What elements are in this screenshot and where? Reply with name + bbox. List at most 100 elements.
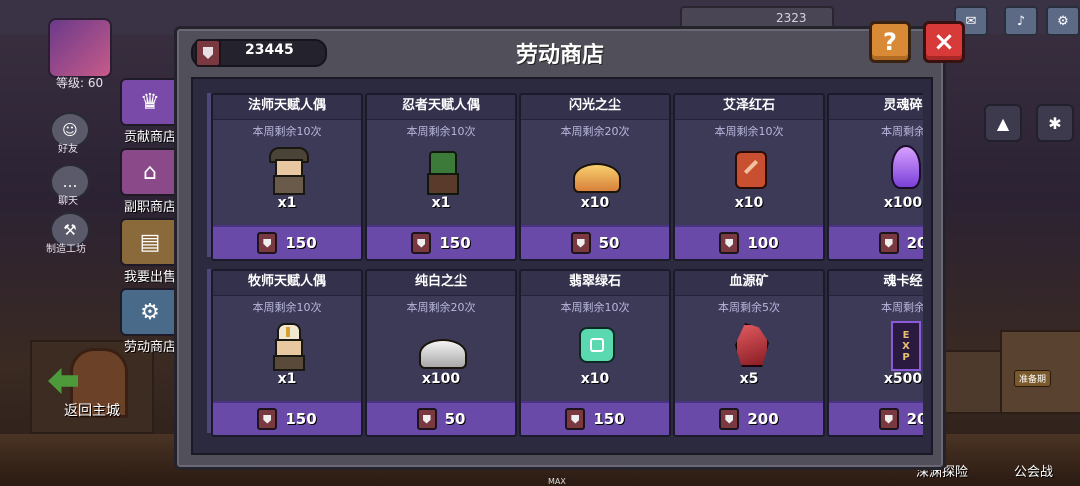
mage-doll-icon: [257, 145, 317, 195]
labor-token-icon: [878, 232, 899, 254]
item-quantity: x10: [734, 195, 764, 211]
labor-token-icon: [257, 232, 278, 254]
red-stone-icon: [719, 145, 779, 195]
help-button[interactable]: ?: [869, 21, 911, 63]
buy-button[interactable]: 100: [675, 225, 823, 259]
sidebar-item-contribution-shop[interactable]: ♛ 贡献商店: [118, 78, 182, 145]
sidebar-item-label: 我要出售: [123, 270, 176, 285]
buy-button[interactable]: 50: [367, 401, 515, 435]
buy-button[interactable]: 150: [213, 225, 361, 259]
item-price: 200: [747, 410, 779, 428]
item-price: 150: [285, 234, 317, 252]
back-to-city-button[interactable]: 返回主城: [64, 400, 120, 420]
guild-war-button[interactable]: 公会战: [1014, 461, 1053, 480]
soul-shard-icon: [873, 145, 923, 195]
labor-token-icon: [565, 408, 586, 430]
item-price: 50: [598, 234, 620, 252]
item-name: 血源矿: [675, 271, 823, 296]
max-label: MAX: [548, 477, 566, 486]
item-quantity: x10: [580, 371, 610, 387]
item-quantity: x5: [739, 371, 759, 387]
exp-card-icon: EXP: [873, 321, 923, 371]
player-level: 等级: 60: [56, 76, 104, 90]
item-name: 翡翠绿石: [521, 271, 669, 296]
buy-button[interactable]: 20: [829, 401, 923, 435]
shop-item-list[interactable]: 法师天赋人偶 本周剩余10次 x1 150 忍者天赋人偶 本周剩余10次 x1: [191, 77, 933, 455]
item-limit: 本周剩余: [881, 301, 923, 314]
priest-doll-icon: [257, 321, 317, 371]
buy-button[interactable]: 150: [367, 225, 515, 259]
buy-button[interactable]: 200: [675, 401, 823, 435]
item-quantity: x1: [431, 195, 451, 211]
labor-shop-modal: 23445 劳动商店 ? × 法师天赋人偶 本周剩余10次 x1 150 忍者天…: [174, 21, 965, 470]
shop-item-card[interactable]: 闪光之尘 本周剩余20次 x10 50: [519, 93, 671, 261]
sell-icon: ▤: [120, 218, 180, 266]
side-job-shop-icon: ⌂: [120, 148, 180, 196]
blood-ore-icon: [719, 321, 779, 371]
item-quantity: x10: [580, 195, 610, 211]
labor-token-icon: [411, 232, 432, 254]
item-price: 50: [444, 410, 466, 428]
sidebar-item-label: 贡献商店: [123, 130, 176, 145]
vehicle-icon[interactable]: ▲: [984, 104, 1022, 142]
shop-item-card[interactable]: 法师天赋人偶 本周剩余10次 x1 150: [211, 93, 363, 261]
labor-token-icon: [416, 408, 437, 430]
shop-item-card[interactable]: 血源矿 本周剩余5次 x5 200: [673, 269, 825, 437]
friend-label: 好友: [58, 144, 78, 155]
item-limit: 本周剩余10次: [252, 301, 322, 314]
buy-button[interactable]: 50: [521, 225, 669, 259]
labor-shop-icon: ⚙: [120, 288, 180, 336]
item-quantity: x1: [277, 371, 297, 387]
sidebar-item-label: 副职商店: [123, 200, 176, 215]
item-name: 魂卡经: [829, 271, 923, 296]
chat-label: 聊天: [58, 196, 78, 207]
item-quantity: x100: [883, 195, 923, 211]
hud-resource-value: 2323: [776, 11, 807, 25]
sidebar-item-sell[interactable]: ▤ 我要出售: [118, 218, 182, 285]
item-name: 艾泽红石: [675, 95, 823, 120]
item-price: 100: [747, 234, 779, 252]
sidebar-item-labor-shop[interactable]: ⚙ 劳动商店: [118, 288, 182, 355]
player-avatar[interactable]: [48, 18, 112, 78]
item-limit: 本周剩余10次: [252, 125, 322, 138]
item-name: 纯白之尘: [367, 271, 515, 296]
workshop-label: 制造工坊: [46, 244, 86, 255]
item-name: 灵魂碎: [829, 95, 923, 120]
item-limit: 本周剩余5次: [718, 301, 780, 314]
shop-item-card[interactable]: 纯白之尘 本周剩余20次 x100 50: [365, 269, 517, 437]
shop-grid: 法师天赋人偶 本周剩余10次 x1 150 忍者天赋人偶 本周剩余10次 x1: [211, 93, 923, 445]
sidebar-item-side-job-shop[interactable]: ⌂ 副职商店: [118, 148, 182, 215]
item-name: 牧师天赋人偶: [213, 271, 361, 296]
shop-item-card[interactable]: 忍者天赋人偶 本周剩余10次 x1 150: [365, 93, 517, 261]
item-price: 150: [439, 234, 471, 252]
item-limit: 本周剩余: [881, 125, 923, 138]
buy-button[interactable]: 150: [521, 401, 669, 435]
close-button[interactable]: ×: [923, 21, 965, 63]
pet-icon[interactable]: ✱: [1036, 104, 1074, 142]
labor-token-icon: [878, 408, 899, 430]
buy-button[interactable]: 20: [829, 225, 923, 259]
settings-icon[interactable]: ⚙: [1046, 6, 1080, 36]
ninja-doll-icon: [411, 145, 471, 195]
glitter-dust-icon: [565, 145, 625, 195]
shop-item-card[interactable]: 翡翠绿石 本周剩余10次 x10 150: [519, 269, 671, 437]
shop-item-card[interactable]: 灵魂碎 本周剩余 x100 20: [827, 93, 923, 261]
white-dust-icon: [411, 321, 471, 371]
shop-item-card[interactable]: 牧师天赋人偶 本周剩余10次 x1 150: [211, 269, 363, 437]
shop-item-card[interactable]: 艾泽红石 本周剩余10次 x10 100: [673, 93, 825, 261]
emerald-icon: [565, 321, 625, 371]
shop-item-card[interactable]: 魂卡经 本周剩余 EXP x500 20: [827, 269, 923, 437]
buy-button[interactable]: 150: [213, 401, 361, 435]
item-limit: 本周剩余20次: [406, 301, 476, 314]
item-limit: 本周剩余10次: [714, 125, 784, 138]
item-limit: 本周剩余20次: [560, 125, 630, 138]
labor-token-icon: [570, 232, 591, 254]
prep-phase-badge: 准备期: [1014, 370, 1052, 387]
sidebar-item-label: 劳动商店: [123, 340, 176, 355]
item-quantity: x500: [883, 371, 923, 387]
item-limit: 本周剩余10次: [560, 301, 630, 314]
labor-token-icon: [719, 232, 740, 254]
item-name: 法师天赋人偶: [213, 95, 361, 120]
labor-token-icon: [719, 408, 740, 430]
sound-icon[interactable]: ♪: [1004, 6, 1038, 36]
